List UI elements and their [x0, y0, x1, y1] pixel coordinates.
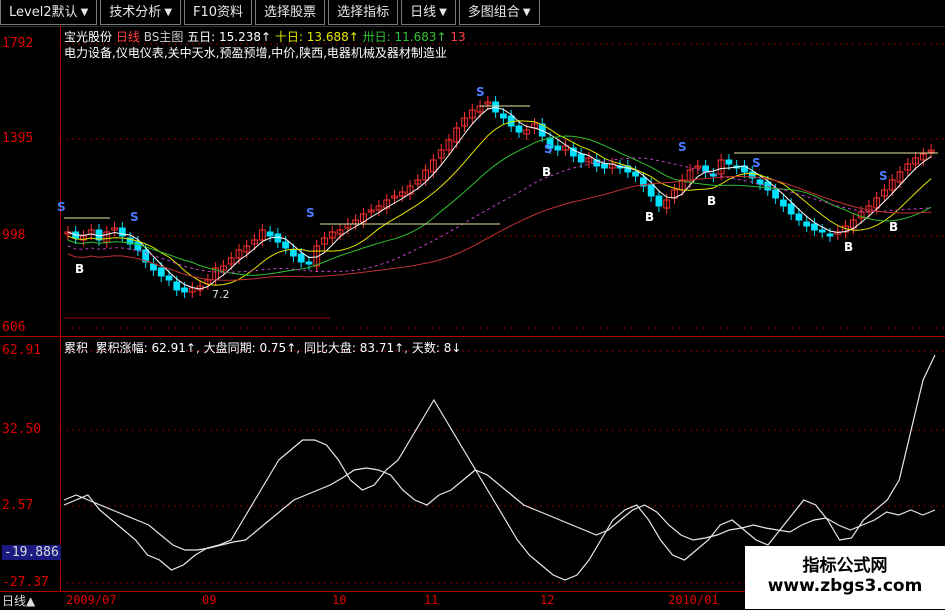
sell-signal-marker: S — [476, 85, 485, 99]
candle-body — [305, 261, 313, 265]
candle-body — [647, 183, 655, 197]
sell-signal-marker: S — [879, 169, 888, 183]
buy-signal-marker: B — [844, 240, 854, 254]
main-pane-header: 宝光股份 日线 BS主图 五日: 15.238↑ 十日: 13.688↑ 卅日:… — [64, 28, 466, 45]
cum-gain-label: 累积涨幅: — [95, 341, 148, 355]
candle-body — [150, 263, 157, 271]
buy-signal-marker: B — [75, 262, 85, 276]
ma10-label: 十日: — [274, 30, 303, 44]
price-tick-label: 606 — [2, 320, 26, 335]
candle-body — [266, 231, 274, 237]
ma20-line — [67, 135, 932, 276]
sell-signal-marker: S — [306, 206, 315, 220]
date-tick-label: 12 — [540, 593, 555, 607]
candle-body — [787, 203, 795, 215]
cum-tick-label: -27.37 — [2, 575, 49, 590]
sell-signal-marker: S — [544, 142, 553, 156]
date-tick-label: 2009/07 — [66, 593, 117, 607]
candle-body — [165, 275, 173, 281]
price-tick-label: 998 — [2, 228, 26, 243]
candle-body — [157, 267, 165, 277]
candle-body — [818, 229, 826, 233]
price-annotation: 7.2 — [212, 288, 230, 301]
sell-signal-marker: S — [678, 140, 687, 154]
buy-signal-marker: B — [889, 220, 899, 234]
date-tick-label: 11 — [424, 593, 439, 607]
stock-name[interactable]: 宝光股份 — [64, 30, 112, 44]
cum-tick-label: 2.57 — [2, 498, 34, 513]
candle-body — [632, 171, 639, 177]
candle-body — [515, 125, 523, 133]
sub-indicator-name[interactable]: 累积 — [64, 341, 88, 355]
candle-body — [290, 249, 297, 257]
market-same-period-value: 0.75↑ — [259, 341, 297, 355]
candle-body — [282, 241, 290, 249]
cum-tick-label: 62.91 — [2, 343, 42, 358]
days-value: 8↓ — [443, 341, 462, 355]
kline-chart-canvas[interactable] — [0, 0, 945, 609]
ma5-value: 15.238↑ — [219, 30, 272, 44]
candle-body — [725, 159, 733, 165]
watermark-url: www.zbgs3.com — [767, 576, 923, 596]
sector-tags: 电力设备,仪电仪表,关中天水,预盈预增,中价,陕西,电器机械及器材制造业 — [64, 46, 447, 60]
watermark-title: 指标公式网 — [802, 556, 888, 576]
candle-body — [500, 113, 507, 119]
candle-body — [811, 223, 818, 231]
candle-body — [173, 281, 181, 291]
candle-body — [803, 221, 811, 227]
price-tick-label: 1792 — [2, 36, 34, 51]
buy-signal-marker: B — [542, 165, 552, 179]
buy-signal-marker: B — [645, 210, 655, 224]
ma10-value: 13.688↑ — [306, 30, 359, 44]
candle-body — [134, 241, 142, 251]
date-tick-label: 2010/01 — [668, 593, 719, 607]
sell-signal-marker: S — [57, 200, 66, 214]
pane-divider — [0, 336, 945, 337]
candle-body — [826, 233, 834, 237]
sub-pane-header: 累积 累积涨幅: 62.91↑, 大盘同期: 0.75↑, 同比大盘: 83.7… — [64, 341, 462, 355]
date-tick-label: 09 — [202, 593, 217, 607]
candle-body — [577, 153, 585, 163]
candle-body — [297, 253, 305, 263]
price-tick-label: 1395 — [2, 131, 34, 146]
candle-body — [554, 145, 562, 151]
candle-body — [655, 195, 663, 207]
site-watermark: 指标公式网 www.zbgs3.com — [745, 546, 945, 609]
candle-body — [507, 115, 515, 127]
candle-body — [772, 189, 779, 199]
date-tick-label: 10 — [332, 593, 347, 607]
candle-body — [601, 163, 608, 169]
candle-body — [181, 287, 188, 293]
cum-gain-value: 62.91↑ — [151, 341, 196, 355]
period-label: 日线 — [115, 30, 140, 44]
period-toggle-button[interactable]: 日线▲ — [2, 592, 35, 609]
buy-signal-marker: B — [707, 194, 717, 208]
sell-signal-marker: S — [752, 156, 761, 170]
candle-body — [779, 199, 787, 207]
vs-market-value: 83.71↑ — [359, 341, 405, 355]
ma5-label: 五日: — [187, 30, 216, 44]
ma20-value: 11.683↑ — [394, 30, 447, 44]
extra-value: 13 — [450, 30, 466, 44]
cum-tick-label: 32.50 — [2, 422, 42, 437]
days-label: 天数: — [411, 341, 440, 355]
indicator-name[interactable]: BS主图 — [144, 30, 184, 44]
vs-market-label: 同比大盘: — [303, 341, 356, 355]
crosshair-value-box: -19.886 — [2, 545, 61, 560]
sell-signal-marker: S — [130, 210, 139, 224]
candle-body — [795, 213, 803, 221]
ma20-label: 卅日: — [362, 30, 391, 44]
market-same-period-label: 大盘同期: — [203, 341, 256, 355]
candle-body — [118, 227, 126, 237]
